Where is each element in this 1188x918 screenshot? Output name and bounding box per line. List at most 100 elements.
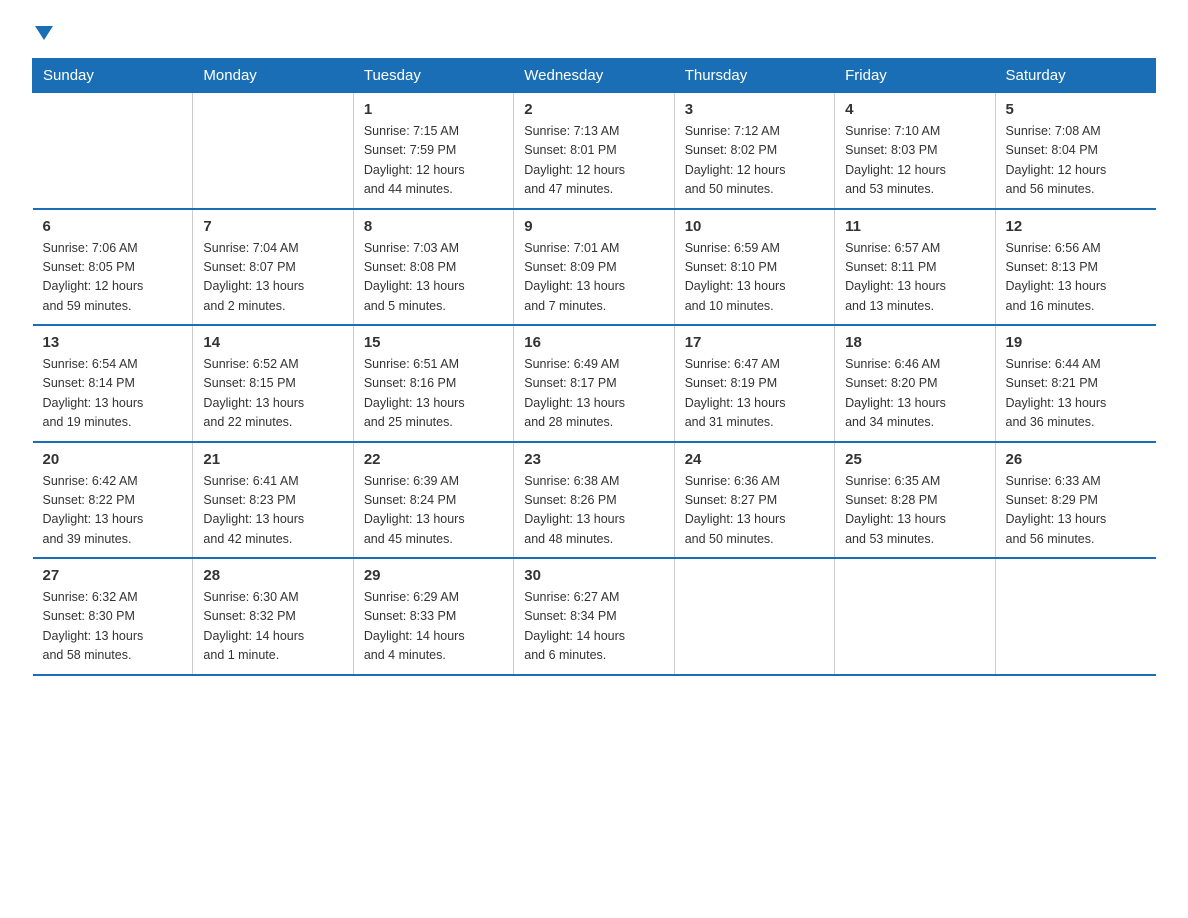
day-number: 7 — [203, 218, 342, 235]
calendar-week-row: 27 Sunrise: 6:32 AMSunset: 8:30 PMDayligh… — [33, 558, 1156, 675]
day-info: Sunrise: 6:44 AMSunset: 8:21 PMDaylight:… — [1006, 355, 1146, 433]
day-info: Sunrise: 6:47 AMSunset: 8:19 PMDaylight:… — [685, 355, 824, 433]
day-info: Sunrise: 6:32 AMSunset: 8:30 PMDaylight:… — [43, 588, 183, 666]
day-info: Sunrise: 7:01 AMSunset: 8:09 PMDaylight:… — [524, 239, 663, 317]
calendar-day-cell: 30 Sunrise: 6:27 AMSunset: 8:34 PMDayligh… — [514, 558, 674, 675]
day-number: 29 — [364, 567, 503, 584]
calendar-week-row: 6 Sunrise: 7:06 AMSunset: 8:05 PMDaylight… — [33, 209, 1156, 326]
calendar-day-cell: 22Sunrise: 6:39 AMSunset: 8:24 PMDayligh… — [353, 442, 513, 559]
calendar-day-cell: 17 Sunrise: 6:47 AMSunset: 8:19 PMDayligh… — [674, 325, 834, 442]
day-number: 8 — [364, 218, 503, 235]
day-number: 13 — [43, 334, 183, 351]
day-number: 9 — [524, 218, 663, 235]
calendar-day-cell: 8 Sunrise: 7:03 AMSunset: 8:08 PMDaylight… — [353, 209, 513, 326]
day-info: Sunrise: 6:42 AMSunset: 8:22 PMDaylight:… — [43, 472, 183, 550]
day-number: 10 — [685, 218, 824, 235]
day-info: Sunrise: 6:49 AMSunset: 8:17 PMDaylight:… — [524, 355, 663, 433]
day-info: Sunrise: 6:57 AMSunset: 8:11 PMDaylight:… — [845, 239, 984, 317]
day-info: Sunrise: 7:03 AMSunset: 8:08 PMDaylight:… — [364, 239, 503, 317]
day-number: 12 — [1006, 218, 1146, 235]
calendar-day-cell — [995, 558, 1155, 675]
day-info: Sunrise: 6:29 AMSunset: 8:33 PMDaylight:… — [364, 588, 503, 666]
calendar-week-row: 20 Sunrise: 6:42 AMSunset: 8:22 PMDayligh… — [33, 442, 1156, 559]
day-info: Sunrise: 6:54 AMSunset: 8:14 PMDaylight:… — [43, 355, 183, 433]
day-number: 16 — [524, 334, 663, 351]
calendar-day-cell: 23 Sunrise: 6:38 AMSunset: 8:26 PMDayligh… — [514, 442, 674, 559]
day-info: Sunrise: 7:12 AMSunset: 8:02 PMDaylight:… — [685, 122, 824, 200]
day-number: 11 — [845, 218, 984, 235]
calendar-day-cell — [835, 558, 995, 675]
day-info: Sunrise: 7:06 AMSunset: 8:05 PMDaylight:… — [43, 239, 183, 317]
calendar-day-cell: 24Sunrise: 6:36 AMSunset: 8:27 PMDayligh… — [674, 442, 834, 559]
weekday-header: Wednesday — [514, 59, 674, 93]
calendar-day-cell: 13 Sunrise: 6:54 AMSunset: 8:14 PMDayligh… — [33, 325, 193, 442]
calendar-day-cell: 25 Sunrise: 6:35 AMSunset: 8:28 PMDayligh… — [835, 442, 995, 559]
day-number: 27 — [43, 567, 183, 584]
day-info: Sunrise: 7:15 AMSunset: 7:59 PMDaylight:… — [364, 122, 503, 200]
day-number: 25 — [845, 451, 984, 468]
day-number: 1 — [364, 101, 503, 118]
logo — [32, 24, 53, 38]
calendar-day-cell — [193, 93, 353, 209]
calendar-day-cell: 28 Sunrise: 6:30 AMSunset: 8:32 PMDayligh… — [193, 558, 353, 675]
day-number: 20 — [43, 451, 183, 468]
day-info: Sunrise: 7:13 AMSunset: 8:01 PMDaylight:… — [524, 122, 663, 200]
day-info: Sunrise: 6:35 AMSunset: 8:28 PMDaylight:… — [845, 472, 984, 550]
day-number: 30 — [524, 567, 663, 584]
calendar-day-cell: 16 Sunrise: 6:49 AMSunset: 8:17 PMDayligh… — [514, 325, 674, 442]
day-info: Sunrise: 6:59 AMSunset: 8:10 PMDaylight:… — [685, 239, 824, 317]
weekday-header: Tuesday — [353, 59, 513, 93]
day-number: 15 — [364, 334, 503, 351]
calendar-day-cell — [33, 93, 193, 209]
logo-triangle-icon — [35, 26, 53, 40]
day-number: 18 — [845, 334, 984, 351]
calendar-day-cell: 1 Sunrise: 7:15 AMSunset: 7:59 PMDaylight… — [353, 93, 513, 209]
day-info: Sunrise: 6:51 AMSunset: 8:16 PMDaylight:… — [364, 355, 503, 433]
day-number: 3 — [685, 101, 824, 118]
day-number: 19 — [1006, 334, 1146, 351]
day-number: 2 — [524, 101, 663, 118]
calendar-day-cell: 6 Sunrise: 7:06 AMSunset: 8:05 PMDaylight… — [33, 209, 193, 326]
calendar-body: 1 Sunrise: 7:15 AMSunset: 7:59 PMDaylight… — [33, 93, 1156, 675]
weekday-header: Saturday — [995, 59, 1155, 93]
calendar-day-cell: 27 Sunrise: 6:32 AMSunset: 8:30 PMDayligh… — [33, 558, 193, 675]
day-number: 21 — [203, 451, 342, 468]
day-info: Sunrise: 6:52 AMSunset: 8:15 PMDaylight:… — [203, 355, 342, 433]
calendar-header: SundayMondayTuesdayWednesdayThursdayFrid… — [33, 59, 1156, 93]
calendar-day-cell: 4 Sunrise: 7:10 AMSunset: 8:03 PMDaylight… — [835, 93, 995, 209]
calendar-week-row: 1 Sunrise: 7:15 AMSunset: 7:59 PMDaylight… — [33, 93, 1156, 209]
day-info: Sunrise: 6:56 AMSunset: 8:13 PMDaylight:… — [1006, 239, 1146, 317]
calendar-day-cell: 5 Sunrise: 7:08 AMSunset: 8:04 PMDaylight… — [995, 93, 1155, 209]
day-info: Sunrise: 7:10 AMSunset: 8:03 PMDaylight:… — [845, 122, 984, 200]
calendar-day-cell: 10 Sunrise: 6:59 AMSunset: 8:10 PMDayligh… — [674, 209, 834, 326]
day-number: 28 — [203, 567, 342, 584]
day-info: Sunrise: 6:46 AMSunset: 8:20 PMDaylight:… — [845, 355, 984, 433]
day-number: 4 — [845, 101, 984, 118]
day-info: Sunrise: 6:38 AMSunset: 8:26 PMDaylight:… — [524, 472, 663, 550]
day-info: Sunrise: 6:41 AMSunset: 8:23 PMDaylight:… — [203, 472, 342, 550]
calendar-day-cell: 3 Sunrise: 7:12 AMSunset: 8:02 PMDaylight… — [674, 93, 834, 209]
day-number: 22 — [364, 451, 503, 468]
day-number: 17 — [685, 334, 824, 351]
calendar-day-cell: 29 Sunrise: 6:29 AMSunset: 8:33 PMDayligh… — [353, 558, 513, 675]
day-info: Sunrise: 6:33 AMSunset: 8:29 PMDaylight:… — [1006, 472, 1146, 550]
day-number: 23 — [524, 451, 663, 468]
calendar-day-cell: 14 Sunrise: 6:52 AMSunset: 8:15 PMDayligh… — [193, 325, 353, 442]
weekday-header: Thursday — [674, 59, 834, 93]
calendar-day-cell: 2 Sunrise: 7:13 AMSunset: 8:01 PMDaylight… — [514, 93, 674, 209]
day-info: Sunrise: 7:08 AMSunset: 8:04 PMDaylight:… — [1006, 122, 1146, 200]
day-number: 6 — [43, 218, 183, 235]
weekday-header: Monday — [193, 59, 353, 93]
calendar-day-cell: 9 Sunrise: 7:01 AMSunset: 8:09 PMDaylight… — [514, 209, 674, 326]
day-number: 5 — [1006, 101, 1146, 118]
calendar-day-cell: 20 Sunrise: 6:42 AMSunset: 8:22 PMDayligh… — [33, 442, 193, 559]
calendar-day-cell: 21 Sunrise: 6:41 AMSunset: 8:23 PMDayligh… — [193, 442, 353, 559]
day-info: Sunrise: 6:30 AMSunset: 8:32 PMDaylight:… — [203, 588, 342, 666]
weekday-header-row: SundayMondayTuesdayWednesdayThursdayFrid… — [33, 59, 1156, 93]
weekday-header: Friday — [835, 59, 995, 93]
weekday-header: Sunday — [33, 59, 193, 93]
day-info: Sunrise: 6:27 AMSunset: 8:34 PMDaylight:… — [524, 588, 663, 666]
calendar-day-cell: 11 Sunrise: 6:57 AMSunset: 8:11 PMDayligh… — [835, 209, 995, 326]
day-number: 14 — [203, 334, 342, 351]
page-header — [32, 24, 1156, 38]
